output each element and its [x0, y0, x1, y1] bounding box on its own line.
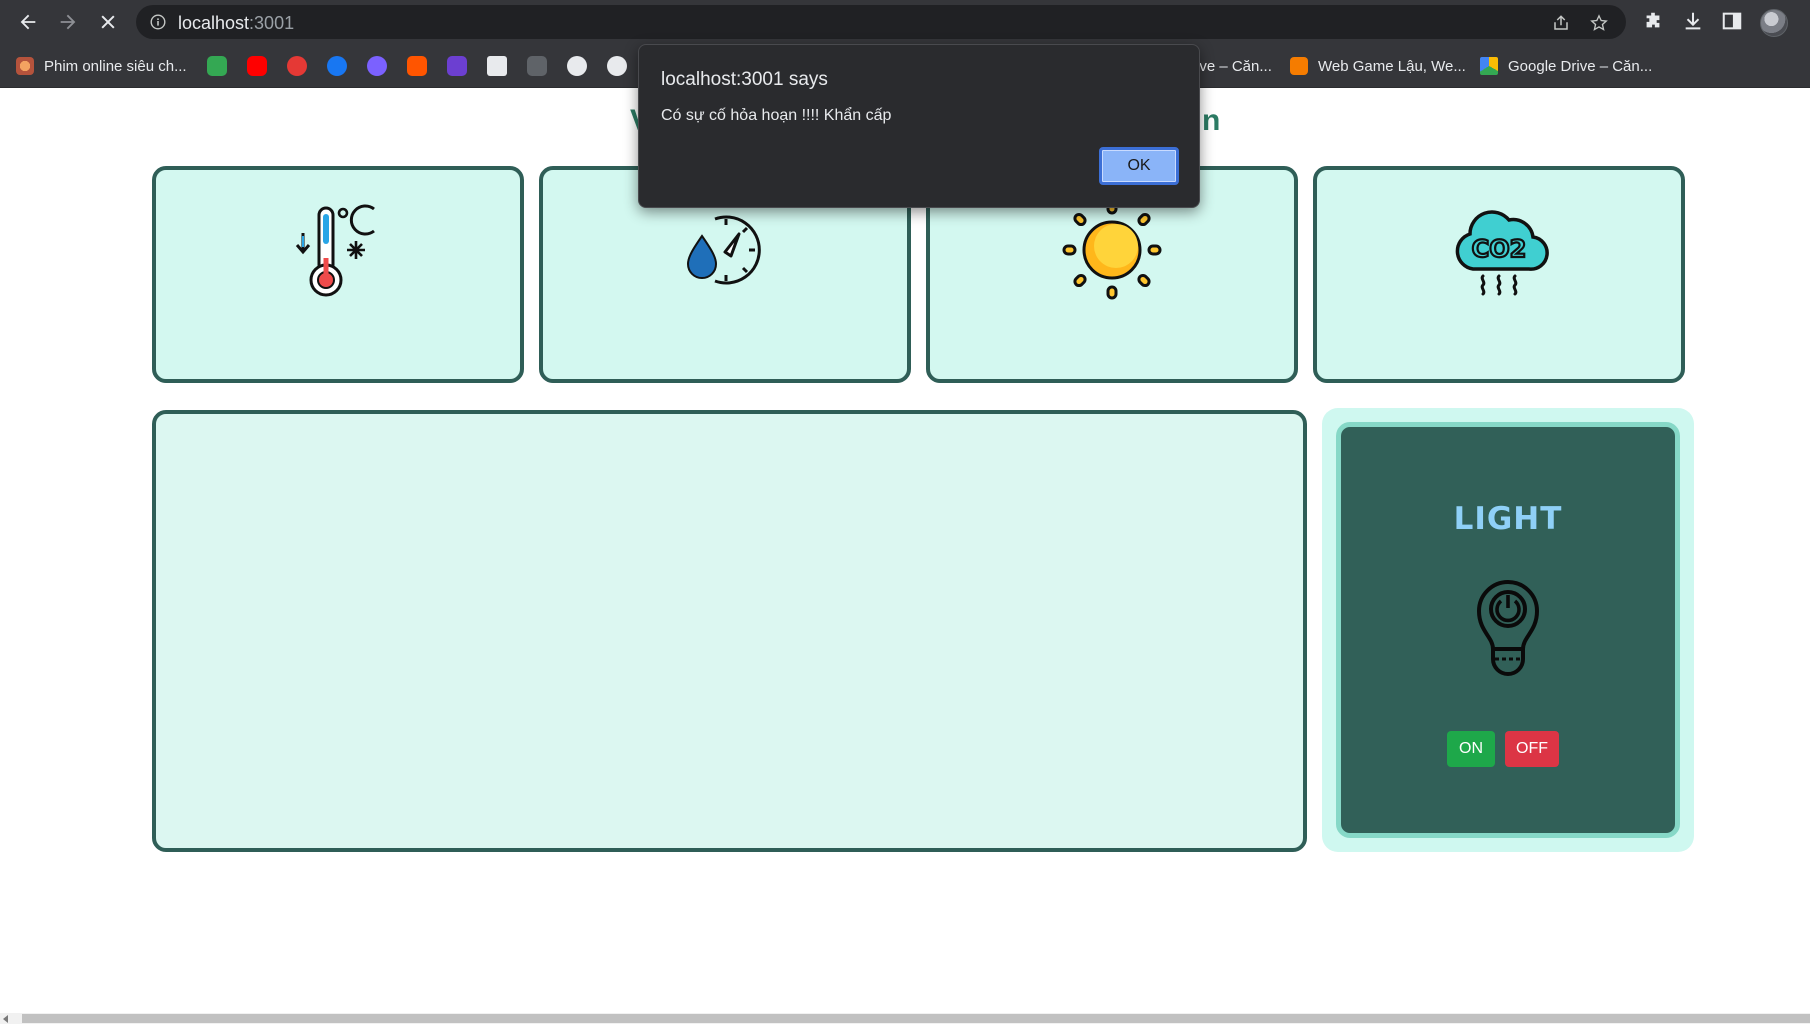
chart-panel	[152, 410, 1307, 852]
soundcloud-icon[interactable]	[407, 56, 427, 76]
alert-dialog: localhost:3001 says Có sự cố hỏa hoạn !!…	[638, 44, 1200, 208]
horizontal-scrollbar[interactable]	[0, 1013, 1810, 1024]
sun-icon	[1062, 200, 1162, 300]
facebook-icon[interactable]	[327, 56, 347, 76]
bookmark-label: Google Drive – Căn...	[1508, 57, 1653, 75]
scroll-left-arrow-icon[interactable]	[3, 1015, 8, 1023]
browser-toolbar: localhost:3001	[0, 0, 1810, 44]
bookmark-web-game[interactable]: Web Game Lậu, We...	[1290, 54, 1466, 78]
alert-message: Có sự cố hỏa hoạn !!!! Khẩn cấp	[661, 107, 892, 124]
temperature-card	[152, 166, 524, 383]
back-icon[interactable]	[14, 8, 42, 36]
share-icon[interactable]	[1552, 14, 1570, 32]
game-logo-icon	[1290, 57, 1308, 75]
download-icon[interactable]	[1682, 10, 1704, 32]
bookmark-label: Web Game Lậu, We...	[1318, 57, 1466, 75]
scrollbar-thumb[interactable]	[22, 1014, 1810, 1023]
address-bar[interactable]: localhost:3001	[136, 5, 1626, 39]
github-icon[interactable]	[607, 56, 627, 76]
url-port: :3001	[249, 13, 295, 33]
light-off-button[interactable]: OFF	[1505, 731, 1559, 767]
alert-ok-button[interactable]: OK	[1099, 147, 1179, 185]
light-control-inner: LIGHT ON OFF	[1336, 422, 1680, 838]
bookmark-drive-partial[interactable]: ive – Căn...	[1196, 54, 1272, 78]
bookmark-label: ive – Căn...	[1196, 57, 1272, 75]
light-on-button[interactable]: ON	[1447, 731, 1495, 767]
bookmark-137-icon[interactable]	[287, 56, 307, 76]
site-info-icon[interactable]	[150, 14, 166, 30]
page-content: Vn	[0, 88, 1810, 1013]
twitch-icon[interactable]	[447, 56, 467, 76]
co2-cloud-icon: CO2	[1449, 200, 1549, 300]
bookmark-character-icon[interactable]	[567, 56, 587, 76]
url-host: localhost	[178, 13, 250, 33]
bookmark-bird-icon[interactable]	[487, 56, 507, 76]
google-drive-icon	[1480, 57, 1498, 75]
profile-avatar[interactable]	[1760, 9, 1788, 37]
film-reel-icon	[16, 57, 34, 75]
bookmark-tt-icon[interactable]	[527, 56, 547, 76]
youtube-icon[interactable]	[247, 56, 267, 76]
url-text: localhost:3001	[178, 13, 294, 34]
humidity-gauge-icon	[675, 200, 775, 300]
google-meet-icon[interactable]	[207, 56, 227, 76]
bookmark-label: Phim online siêu ch...	[44, 57, 187, 75]
alert-title: localhost:3001 says	[661, 69, 828, 90]
thermometer-icon	[288, 200, 388, 300]
co2-card: CO2	[1313, 166, 1685, 383]
lightbulb-power-icon	[1473, 577, 1543, 677]
bookmark-phim-online[interactable]: Phim online siêu ch...	[16, 54, 187, 78]
side-panel-icon[interactable]	[1721, 10, 1743, 32]
svg-text:CO2: CO2	[1472, 235, 1527, 263]
bookmark-star-icon[interactable]	[1590, 14, 1608, 32]
extensions-icon[interactable]	[1642, 10, 1664, 32]
stop-loading-icon[interactable]	[94, 8, 122, 36]
forward-icon[interactable]	[54, 8, 82, 36]
light-title: LIGHT	[1453, 501, 1563, 537]
page-title-end: n	[1202, 104, 1221, 137]
messenger-icon[interactable]	[367, 56, 387, 76]
light-control-panel: LIGHT ON OFF	[1322, 408, 1694, 852]
bookmark-google-drive[interactable]: Google Drive – Căn...	[1480, 54, 1652, 78]
